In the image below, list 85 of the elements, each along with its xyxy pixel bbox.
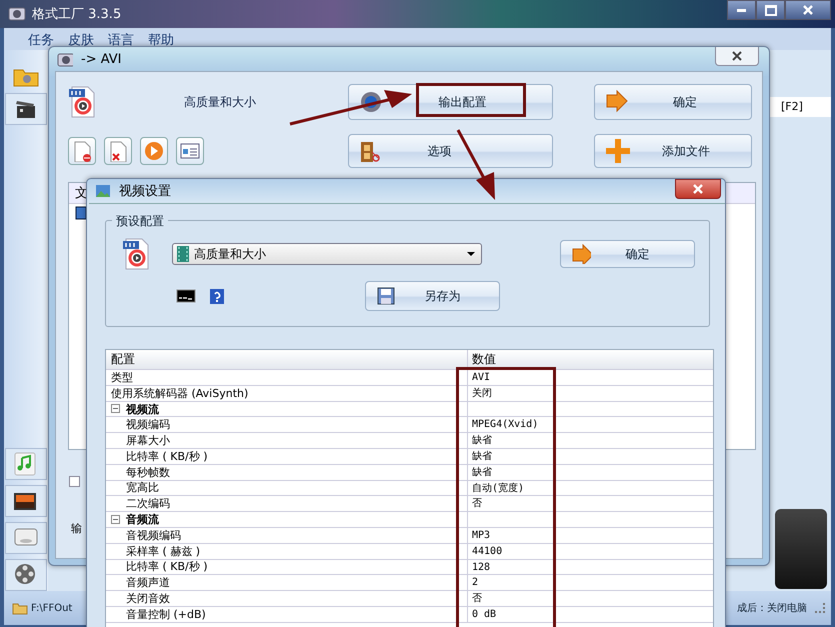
group-name: 视频流 <box>126 402 159 416</box>
toolbar-button[interactable] <box>140 137 168 165</box>
dialog-title: -> AVI <box>81 52 122 66</box>
property-name: 音视频编码 <box>106 528 468 543</box>
preset-dropdown[interactable]: 高质量和大小 <box>172 243 482 265</box>
property-value: MPEG4(Xvid) <box>471 418 540 432</box>
avi-file-icon <box>68 85 96 119</box>
toolbar-button[interactable] <box>68 137 96 165</box>
app-icon <box>57 51 73 67</box>
output-path[interactable]: F:\FFOut <box>31 602 72 614</box>
maximize-button[interactable] <box>756 0 785 20</box>
property-name: 宽高比 <box>106 480 468 496</box>
property-value: 自动(宽度) <box>471 482 526 496</box>
close-icon <box>732 51 742 61</box>
property-name: 视频编码 <box>106 417 468 432</box>
options-button[interactable]: 选项 <box>348 134 553 168</box>
group-name: 音频流 <box>126 512 159 528</box>
column-header[interactable]: 数值 <box>468 350 713 369</box>
film-strip-icon <box>176 245 190 263</box>
checkbox[interactable] <box>69 476 80 487</box>
close-button[interactable] <box>675 179 721 199</box>
help-icon[interactable] <box>209 288 225 304</box>
close-button[interactable] <box>715 47 759 66</box>
add-button[interactable]: 添加文件 <box>594 134 752 168</box>
output-label: 输 <box>71 521 82 536</box>
file-icon <box>75 206 87 220</box>
app-icon <box>8 5 26 23</box>
close-button[interactable] <box>785 0 831 20</box>
ok-button[interactable]: 确定 <box>594 84 752 120</box>
close-icon <box>693 184 703 194</box>
property-name: 二次编码 <box>106 496 468 512</box>
property-name: 屏幕大小 <box>106 433 468 448</box>
property-value: 否 <box>471 592 483 606</box>
caret-icon <box>467 252 475 256</box>
clapper-icon <box>15 98 37 120</box>
property-name: 音量控制 (+dB) <box>106 606 468 622</box>
property-value: 128 <box>471 560 492 574</box>
property-value: 0 dB <box>471 608 498 622</box>
property-name: 比特率 ( KB/秒 ) <box>106 560 468 574</box>
arrow-right-icon <box>605 90 629 114</box>
avi-file-icon <box>122 237 150 271</box>
property-value: 关闭 <box>471 386 493 401</box>
property-name: 采样率 ( 赫兹 ) <box>106 544 468 559</box>
property-name: 关闭音效 <box>106 591 468 606</box>
property-value: 否 <box>471 497 483 512</box>
group-title: 预设配置 <box>112 213 168 230</box>
property-value: 缺省 <box>471 466 493 480</box>
menu-item[interactable]: 语言 <box>108 28 134 49</box>
ok-button[interactable]: 确定 <box>560 240 695 268</box>
minimize-button[interactable] <box>727 0 756 20</box>
menu-item[interactable]: 任务 <box>28 28 54 49</box>
property-value: MP3 <box>471 528 492 543</box>
property-value: 缺省 <box>471 450 493 464</box>
property-value: 缺省 <box>471 434 493 448</box>
preset-name: 高质量和大小 <box>184 94 256 110</box>
menu-item[interactable]: 皮肤 <box>68 28 94 49</box>
settings-button[interactable]: 输出配置 <box>348 84 553 120</box>
after-conversion-label: 成后：关闭电脑 <box>737 602 807 615</box>
save-as-button[interactable]: 另存为 <box>365 281 500 311</box>
menu-item[interactable]: 帮助 <box>148 28 174 49</box>
collapse-toggle[interactable] <box>111 515 120 524</box>
dialog-title: 视频设置 <box>119 183 171 200</box>
play-icon <box>143 140 165 162</box>
property-name: 音频声道 <box>106 575 468 590</box>
collapse-toggle[interactable] <box>111 404 120 414</box>
column-header[interactable]: 配置 <box>106 350 468 369</box>
property-name: 比特率 ( KB/秒 ) <box>106 448 468 464</box>
property-name: 每秒帧数 <box>106 464 468 480</box>
annotation-arrow <box>456 129 495 200</box>
sidebar-tab[interactable] <box>5 93 47 125</box>
task-list-label: [F2] <box>767 97 831 117</box>
sidebar-tab[interactable] <box>5 485 47 517</box>
property-value: AVI <box>471 371 492 385</box>
picture-icon <box>95 184 111 198</box>
property-name: 使用系统解码器 (AviSynth) <box>106 386 468 401</box>
toolbar-button[interactable] <box>176 137 204 165</box>
window-title: 格式工厂 3.3.5 <box>32 6 122 23</box>
film-scissors-icon <box>359 140 381 162</box>
arrow-right-icon <box>571 244 591 264</box>
close-icon <box>803 5 813 15</box>
plus-icon <box>605 138 631 164</box>
property-value: 2 <box>471 576 480 590</box>
property-name: 类型 <box>106 370 468 385</box>
property-value: 44100 <box>471 544 504 559</box>
toolbar-button[interactable] <box>104 137 132 165</box>
